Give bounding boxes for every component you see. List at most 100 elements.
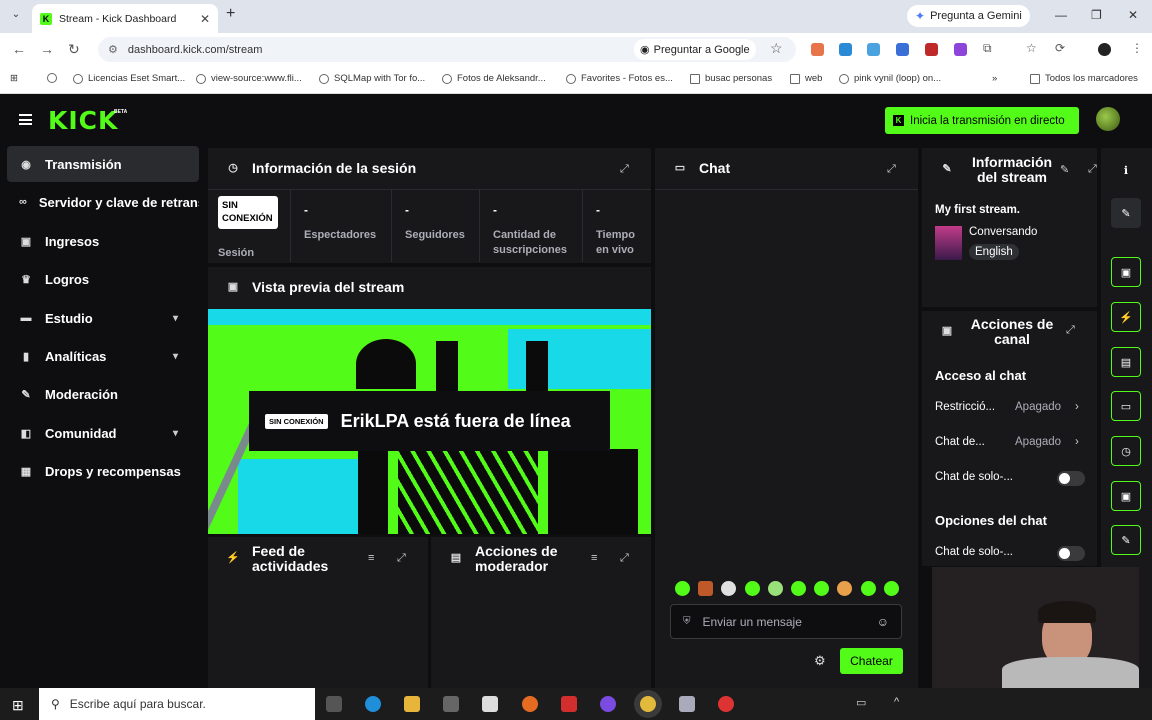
kick-logo[interactable]: KICK (48, 106, 118, 135)
info-icon[interactable]: ℹ (1111, 155, 1141, 185)
bookmark-item[interactable]: SQLMap with Tor fo... (319, 73, 425, 84)
camera-icon[interactable]: ▣ (1111, 481, 1141, 511)
close-tab-icon[interactable]: ✕ (200, 12, 210, 26)
menu-icon[interactable]: ⋮ (1131, 41, 1143, 55)
bookmark-folder[interactable]: busac personas (690, 73, 772, 84)
emote-icon[interactable] (721, 581, 736, 596)
expand-icon[interactable]: ⤢ (397, 552, 406, 565)
extension-icon[interactable] (925, 43, 938, 56)
bookmark-item[interactable]: Favorites - Fotos es... (566, 73, 673, 84)
go-live-button[interactable]: K Inicia la transmisión en directo (885, 107, 1079, 134)
tray-arrow-icon[interactable]: ^ (894, 696, 899, 708)
all-bookmarks-folder[interactable]: Todos los marcadores (1030, 73, 1138, 84)
mail-icon[interactable] (482, 696, 498, 712)
edit-icon[interactable]: ✎ (1060, 163, 1069, 176)
app-icon[interactable] (718, 696, 734, 712)
wrench-icon[interactable]: ✎ (1111, 525, 1141, 555)
category-name[interactable]: Conversando (969, 226, 1037, 238)
chrome-icon[interactable] (640, 696, 656, 712)
extension-icon[interactable] (839, 43, 852, 56)
taskbar-search[interactable]: ⚲ Escribe aquí para buscar. (39, 688, 315, 720)
back-icon[interactable]: ← (12, 41, 26, 57)
store-icon[interactable] (443, 696, 459, 712)
sidebar-item-ingresos[interactable]: ▣ Ingresos (7, 223, 199, 259)
chat-input[interactable]: ⛨ Enviar un mensaje ☺ (670, 604, 902, 639)
bookmark-item[interactable]: view-source:www.fli... (196, 73, 302, 84)
extensions-puzzle-icon[interactable]: ⧉ (983, 41, 992, 56)
firefox-icon[interactable] (522, 696, 538, 712)
chat-icon[interactable]: ▭ (1111, 391, 1141, 421)
more-bookmarks-icon[interactable]: » (992, 73, 997, 84)
tab-search-icon[interactable]: ⌄ (8, 9, 24, 25)
app-icon[interactable] (679, 696, 695, 712)
filter-icon[interactable]: ≡ (591, 552, 597, 564)
app-icon[interactable] (600, 696, 616, 712)
emote-icon[interactable] (675, 581, 690, 596)
sidebar-item-comunidad[interactable]: ◧ Comunidad ▾ (7, 415, 199, 451)
close-window-icon[interactable]: ✕ (1128, 8, 1138, 22)
profile-icon[interactable] (1098, 43, 1111, 56)
keyboard-icon[interactable]: ▭ (856, 696, 866, 709)
sidebar-item-drops[interactable]: ▦ Drops y recompensas (7, 453, 199, 489)
sidebar-item-moderacion[interactable]: ✎ Moderación (7, 376, 199, 412)
edit-icon[interactable]: ✎ (1111, 198, 1141, 228)
bookmark-item[interactable]: pink vynil (loop) on... (839, 73, 941, 84)
restriction-row[interactable]: Restricció... Apagado › (935, 401, 1079, 413)
expand-icon[interactable]: ⤢ (620, 552, 629, 565)
extension-icon[interactable] (896, 43, 909, 56)
bookmark-icon[interactable] (47, 73, 62, 83)
sidebar-item-estudio[interactable]: ▬ Estudio ▾ (7, 300, 199, 336)
app-icon[interactable] (561, 696, 577, 712)
filter-icon[interactable]: ≡ (368, 552, 374, 564)
emote-icon[interactable] (814, 581, 829, 596)
lightning-icon[interactable]: ⚡ (1111, 302, 1141, 332)
chat-only-toggle[interactable] (1057, 471, 1085, 486)
address-bar[interactable]: ⚙ dashboard.kick.com/stream ◉ Preguntar a… (98, 37, 796, 62)
extension-icon[interactable] (867, 43, 880, 56)
new-tab-icon[interactable]: + (226, 5, 235, 23)
preview-icon[interactable]: ▣ (1111, 257, 1141, 287)
send-chat-button[interactable]: Chatear (840, 648, 903, 674)
sidebar-item-analiticas[interactable]: ▮ Analíticas ▾ (7, 338, 199, 374)
emote-icon[interactable] (768, 581, 783, 596)
clock-icon[interactable]: ◷ (1111, 436, 1141, 466)
list-icon[interactable]: ▤ (1111, 347, 1141, 377)
hamburger-menu-icon[interactable] (19, 114, 32, 125)
emote-icon[interactable] (791, 581, 806, 596)
sidebar-item-servidor[interactable]: ∞Servidor y clave de retransmisión (7, 184, 199, 220)
emoji-icon[interactable]: ☺ (877, 615, 889, 629)
chat-mode-row[interactable]: Chat de... Apagado › (935, 436, 1079, 448)
emote-icon[interactable] (745, 581, 760, 596)
browser-tab[interactable]: K Stream - Kick Dashboard ✕ (32, 4, 218, 33)
chat-settings-gear-icon[interactable]: ⚙ (814, 653, 826, 669)
bookmark-star-icon[interactable]: ☆ (770, 40, 783, 57)
reload-icon[interactable]: ↻ (68, 41, 80, 58)
expand-icon[interactable]: ⤢ (1066, 324, 1075, 337)
windows-start-icon[interactable]: ⊞ (12, 697, 24, 714)
task-view-icon[interactable] (326, 696, 342, 712)
restore-icon[interactable]: ❐ (1091, 8, 1102, 22)
emote-icon[interactable] (837, 581, 852, 596)
chat-only-toggle[interactable] (1057, 546, 1085, 561)
user-avatar[interactable] (1096, 107, 1120, 131)
ask-google-button[interactable]: ◉ Preguntar a Google (634, 39, 756, 60)
minimize-icon[interactable]: — (1055, 8, 1067, 22)
edge-icon[interactable] (365, 696, 381, 712)
emote-icon[interactable] (861, 581, 876, 596)
expand-icon[interactable]: ⤢ (887, 163, 896, 176)
gemini-button[interactable]: ✦ Pregunta a Gemini (907, 5, 1030, 27)
emote-icon[interactable] (884, 581, 899, 596)
bookmarks-icon[interactable]: ☆ (1026, 41, 1037, 55)
bookmark-folder[interactable]: web (790, 73, 822, 84)
expand-icon[interactable]: ⤢ (620, 163, 629, 176)
bookmark-item[interactable]: Fotos de Aleksandr... (442, 73, 546, 84)
extension-icon[interactable] (954, 43, 967, 56)
site-info-icon[interactable]: ⚙ (108, 43, 118, 56)
file-explorer-icon[interactable] (404, 696, 420, 712)
bookmark-item[interactable]: Licencias Eset Smart... (73, 73, 185, 84)
media-icon[interactable]: ⟳ (1055, 41, 1065, 55)
expand-icon[interactable]: ⤢ (1088, 163, 1097, 176)
apps-icon[interactable]: ⊞ (10, 73, 18, 84)
sidebar-item-logros[interactable]: ♛ Logros (7, 261, 199, 297)
sidebar-item-transmision[interactable]: ◉ Transmisión (7, 146, 199, 182)
